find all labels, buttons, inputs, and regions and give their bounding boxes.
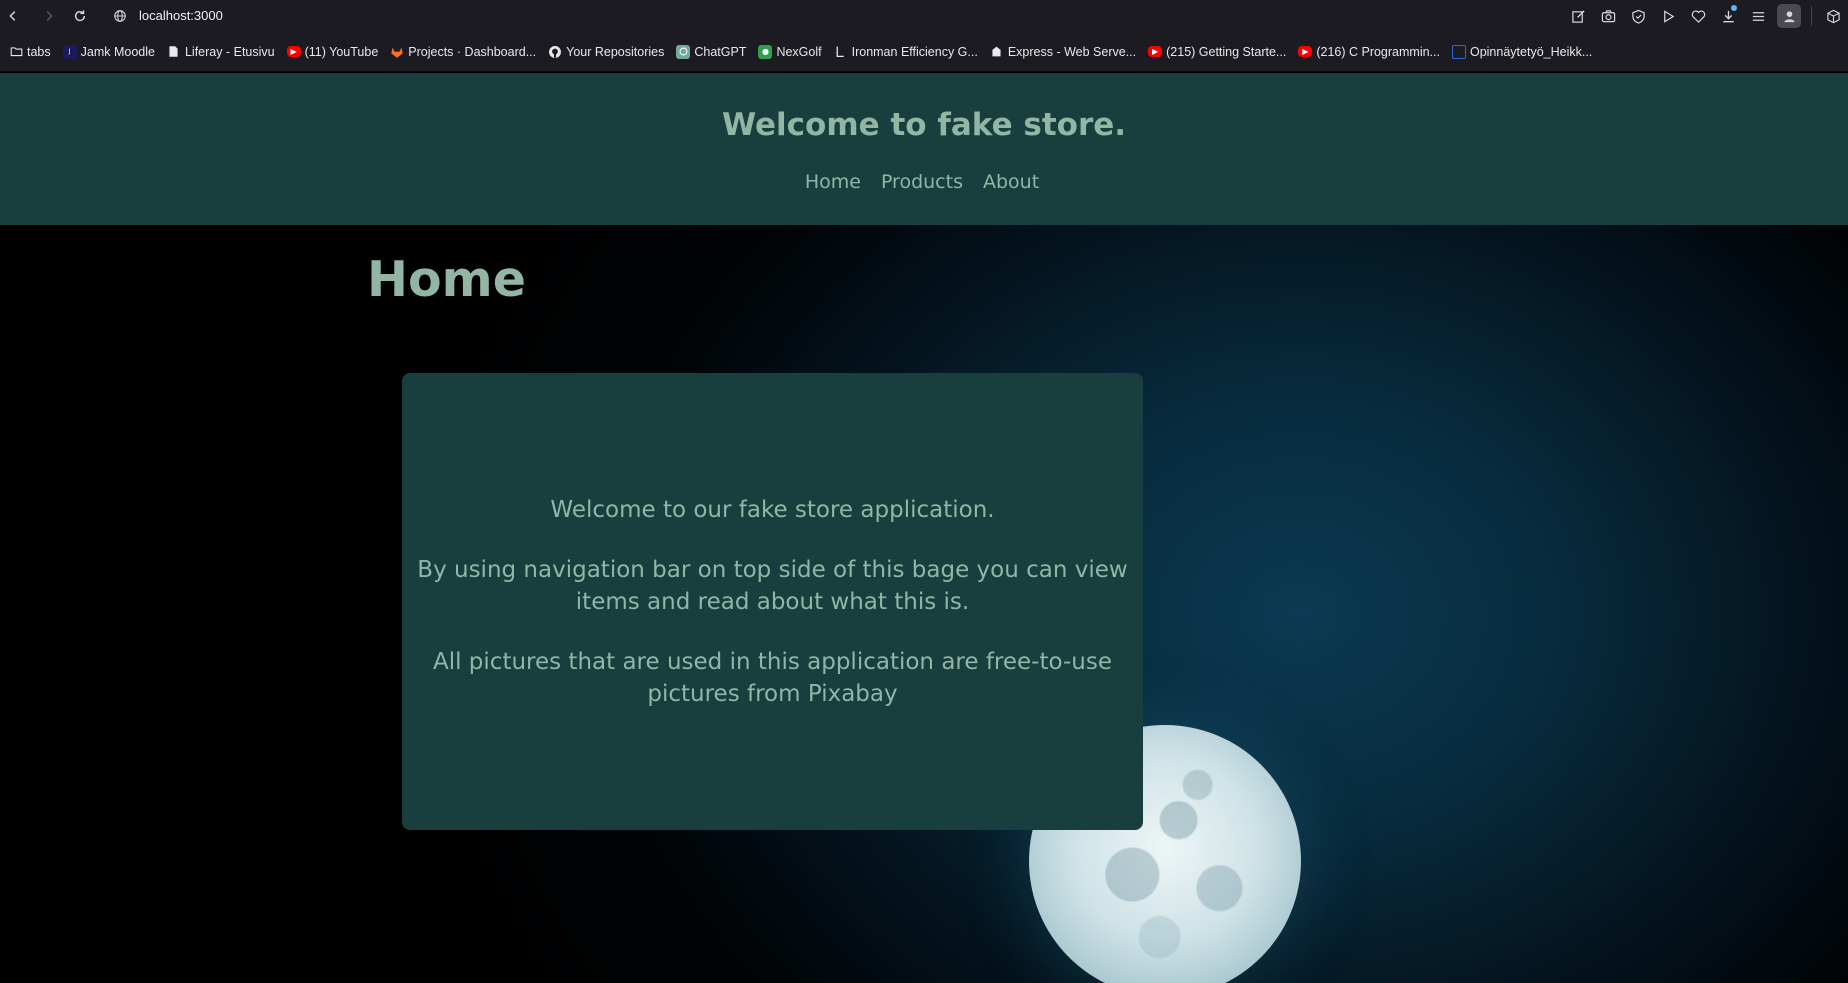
site-header: Welcome to fake store. Home Products Abo… [0,73,1848,225]
ironman-icon [834,45,848,59]
bookmark-label: Liferay - Etusivu [184,44,275,59]
play-icon[interactable] [1653,0,1683,32]
chatgpt-icon [676,44,691,59]
notification-dot [1731,5,1737,11]
bookmark-tabs[interactable]: tabs [9,40,51,64]
site-nav: Home Products About [0,171,1848,193]
browser-toolbar: localhost:3000 [0,0,1848,32]
nav-link-about[interactable]: About [983,171,1039,193]
nav-link-products[interactable]: Products [881,171,963,193]
bookmark-ironman[interactable]: Ironman Efficiency G... [834,40,978,64]
bookmark-express[interactable]: Express - Web Serve... [990,40,1136,64]
youtube-icon: ▶ [1148,46,1163,57]
bookmark-chatgpt[interactable]: ChatGPT [676,40,746,64]
bookmark-label: Your Repositories [566,44,665,59]
bookmark-nexgolf[interactable]: ● NexGolf [758,40,822,64]
gitlab-icon [390,45,404,59]
bookmark-label: Opinnäytetyö_Heikk... [1469,44,1593,59]
youtube-icon: ▶ [286,46,301,57]
bookmark-youtube-getting-started[interactable]: ▶ (215) Getting Starte... [1148,40,1286,64]
extensions-icon[interactable] [1818,0,1848,32]
welcome-card: Welcome to our fake store application. B… [402,373,1143,830]
bookmark-youtube-c-programming[interactable]: ▶ (216) C Programmin... [1298,40,1440,64]
page-icon [167,45,181,59]
bookmark-label: tabs [27,44,51,59]
bookmark-jamk-moodle[interactable]: J Jamk Moodle [62,40,155,64]
bookmark-gitlab[interactable]: Projects · Dashboard... [390,40,536,64]
bookmark-label: (11) YouTube [304,44,379,59]
bookmarks-bar: tabs J Jamk Moodle Liferay - Etusivu ▶ (… [0,32,1848,72]
pictures-credit-text: All pictures that are used in this appli… [432,648,1113,707]
nav-link-home[interactable]: Home [805,171,861,193]
nexgolf-icon: ● [758,44,773,59]
navigation-info-text: By using navigation bar on top side of t… [417,556,1128,615]
bookmark-label: Ironman Efficiency G... [851,44,978,59]
camera-icon[interactable] [1593,0,1623,32]
menu-icon[interactable] [1743,0,1773,32]
bookmark-label: Express - Web Serve... [1007,44,1137,59]
bookmark-youtube[interactable]: ▶ (11) YouTube [286,40,379,64]
bookmark-liferay[interactable]: Liferay - Etusivu [167,40,275,64]
back-arrow-icon[interactable] [2,5,24,27]
globe-icon [110,6,130,26]
download-icon[interactable] [1713,0,1743,32]
heart-icon[interactable] [1683,0,1713,32]
welcome-text: Welcome to our fake store application. [550,496,995,523]
reload-icon[interactable] [69,5,91,27]
edit-icon[interactable] [1563,0,1593,32]
site-title: Welcome to fake store. [721,107,1127,143]
toolbar-separator [1811,6,1812,26]
bookmark-label: NexGolf [776,44,822,59]
address-bar[interactable]: localhost:3000 [139,8,223,23]
bookmark-label: Projects · Dashboard... [408,44,537,59]
jamk-icon: J [62,44,77,59]
express-icon [990,45,1004,59]
bookmark-label: (215) Getting Starte... [1166,44,1287,59]
folder-icon [9,45,23,59]
bookmark-label: (216) C Programmin... [1316,44,1440,59]
forward-arrow-icon[interactable] [38,5,60,27]
doc-icon [1451,44,1466,59]
page-heading: Home [367,251,526,308]
bookmark-opinnaytetyo[interactable]: Opinnäytetyö_Heikk... [1451,40,1593,64]
toolbar-actions [1563,0,1848,32]
shield-icon[interactable] [1623,0,1653,32]
github-icon [548,45,562,59]
bookmark-label: Jamk Moodle [80,44,155,59]
bookmark-github[interactable]: Your Repositories [548,40,664,64]
profile-icon[interactable] [1773,0,1805,32]
youtube-icon: ▶ [1298,46,1313,57]
page-viewport: Welcome to fake store. Home Products Abo… [0,73,1848,983]
bookmark-label: ChatGPT [694,44,747,59]
